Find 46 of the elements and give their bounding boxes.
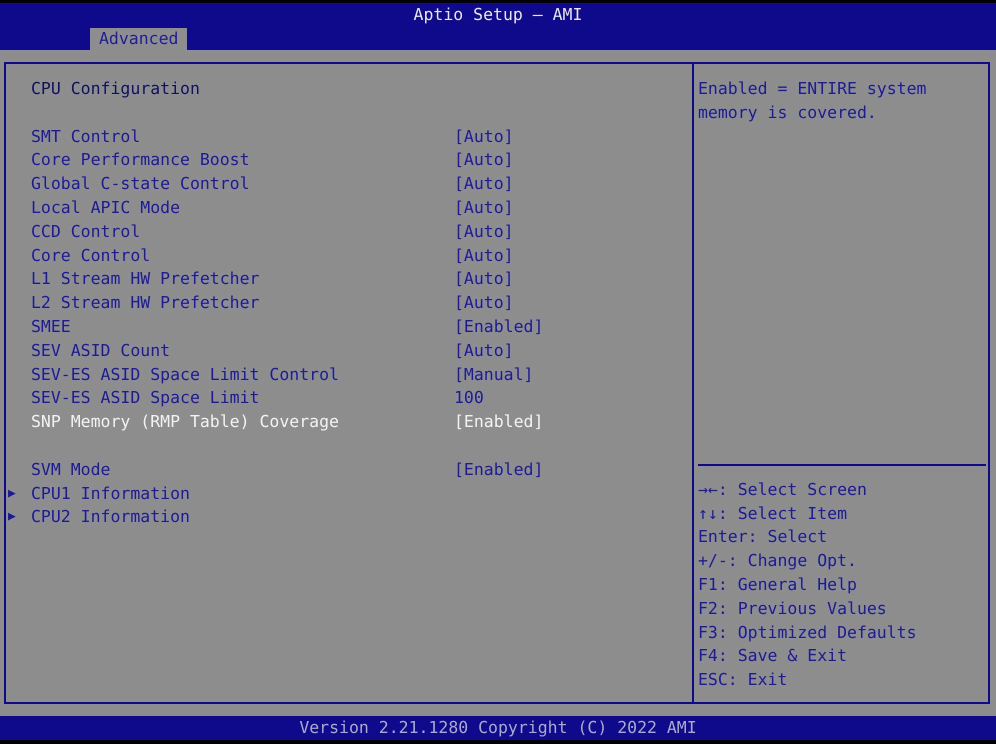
page-title: CPU Configuration xyxy=(31,78,200,100)
setting-label[interactable]: L2 Stream HW Prefetcher xyxy=(31,291,454,315)
submenu-link[interactable]: CPU2 Information xyxy=(31,505,454,530)
key-hint: →←: Select Screen xyxy=(698,478,868,501)
setting-value[interactable]: [Auto] xyxy=(454,244,514,268)
setting-value[interactable]: [Auto] xyxy=(454,267,514,292)
setting-label[interactable]: Core Control xyxy=(31,244,454,268)
setting-label[interactable]: Global C-state Control xyxy=(31,172,454,196)
submenu-arrow: ▶ xyxy=(7,508,17,526)
setting-value[interactable]: [Manual] xyxy=(454,362,534,386)
setting-value[interactable]: [Enabled] xyxy=(454,314,544,339)
submenu-arrow: ▶ xyxy=(7,484,17,503)
help-text: Enabled = ENTIRE system memory is covered. xyxy=(698,78,928,124)
key-hint: +/-: Change Opt. xyxy=(698,550,858,572)
setting-label[interactable]: SEV-ES ASID Space Limit Control xyxy=(31,362,454,386)
setting-label[interactable]: SEV ASID Count xyxy=(31,338,454,363)
key-hint: F4: Save & Exit xyxy=(698,645,848,668)
setting-label[interactable]: SMEE xyxy=(31,314,454,339)
setting-label[interactable]: CCD Control xyxy=(31,220,454,244)
setting-label[interactable]: Local APIC Mode xyxy=(31,196,454,220)
setting-value[interactable]: [Auto] xyxy=(454,196,514,220)
setting-label[interactable]: Core Performance Boost xyxy=(31,148,454,172)
key-hint: F3: Optimized Defaults xyxy=(698,622,918,644)
key-hint: ESC: Exit xyxy=(698,669,788,692)
window-title: Aptio Setup – AMI xyxy=(414,4,582,26)
setting-value[interactable]: [Auto] xyxy=(454,220,514,244)
setting-value[interactable]: 100 xyxy=(454,386,484,410)
setting-value[interactable]: [Auto] xyxy=(454,338,514,363)
key-hint: F1: General Help xyxy=(698,574,858,596)
setting-value[interactable]: [Auto] xyxy=(454,172,514,196)
setting-value[interactable]: [Auto] xyxy=(454,291,514,315)
setting-label[interactable]: SNP Memory (RMP Table) Coverage xyxy=(31,410,454,434)
setting-label[interactable]: SMT Control xyxy=(31,124,454,148)
submenu-link[interactable]: CPU1 Information xyxy=(31,482,454,506)
setting-label[interactable]: SEV-ES ASID Space Limit xyxy=(31,386,454,410)
setting-value[interactable]: [Auto] xyxy=(454,124,514,148)
setting-value[interactable]: [Enabled] xyxy=(454,410,544,434)
key-hint: Enter: Select xyxy=(698,526,828,548)
setting-label[interactable]: SVM Mode xyxy=(31,458,454,482)
setting-label[interactable]: L1 Stream HW Prefetcher xyxy=(31,267,454,292)
setting-value[interactable]: [Enabled] xyxy=(454,458,544,482)
version-text: Version 2.21.1280 Copyright (C) 2022 AMI xyxy=(299,718,697,737)
key-hint: F2: Previous Values xyxy=(698,598,888,620)
setting-value[interactable]: [Auto] xyxy=(454,148,514,172)
menu-tab[interactable]: Advanced xyxy=(90,28,188,50)
key-hint: ↑↓: Select Item xyxy=(698,502,848,525)
